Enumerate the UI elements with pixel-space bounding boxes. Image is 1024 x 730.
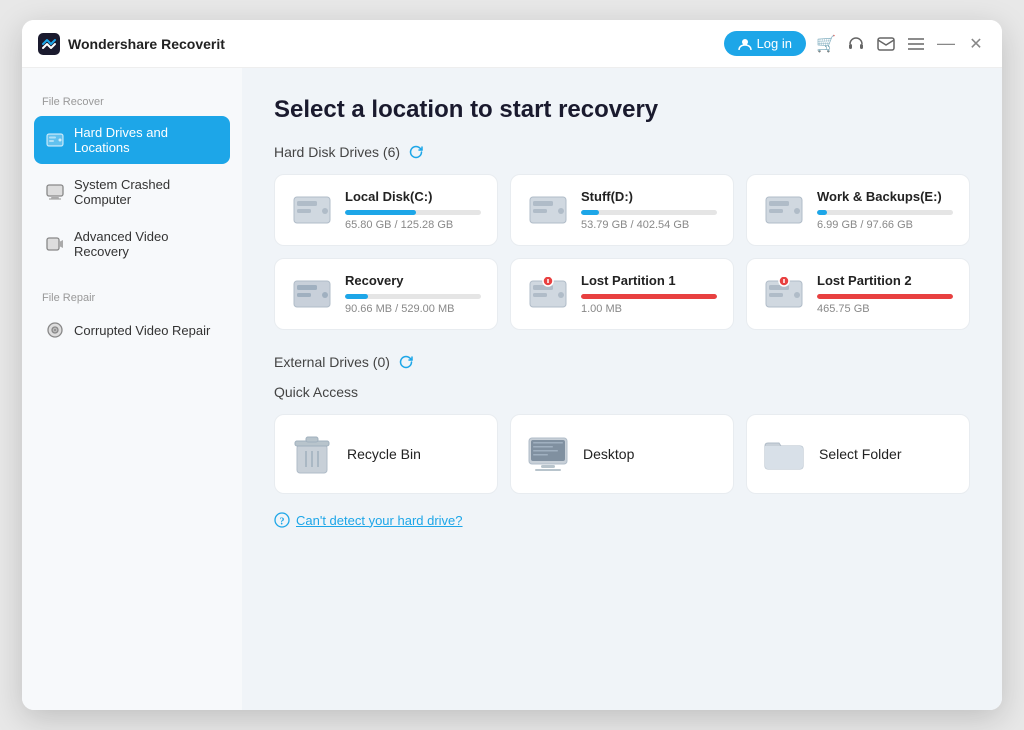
drive-card-recovery[interactable]: Recovery 90.66 MB / 529.00 MB	[274, 258, 498, 330]
footer-link-area: ? Can't detect your hard drive?	[274, 512, 970, 528]
user-icon	[738, 37, 752, 51]
main-layout: File Recover Hard Drives and Locations	[22, 68, 1002, 710]
drive-icon-local-c	[291, 189, 333, 231]
cart-icon[interactable]: 🛒	[816, 34, 836, 54]
drive-info-work-e: Work & Backups(E:) 6.99 GB / 97.66 GB	[817, 189, 953, 231]
drive-card-lost-1[interactable]: Lost Partition 1 1.00 MB	[510, 258, 734, 330]
corrupted-video-icon	[46, 321, 64, 339]
quick-item-label: Select Folder	[819, 446, 901, 462]
drive-bar-bg	[817, 210, 953, 215]
app-title: Wondershare Recoverit	[68, 36, 225, 52]
drive-info-stuff-d: Stuff(D:) 53.79 GB / 402.54 GB	[581, 189, 717, 231]
drive-info-local-c: Local Disk(C:) 65.80 GB / 125.28 GB	[345, 189, 481, 231]
sidebar-item-corrupted-video[interactable]: Corrupted Video Repair	[34, 312, 230, 348]
title-bar-right: Log in 🛒	[724, 31, 986, 56]
drive-bar-fill	[345, 210, 416, 215]
sidebar-item-label: Advanced Video Recovery	[74, 229, 218, 259]
drive-size: 465.75 GB	[817, 303, 953, 315]
external-drives-refresh-icon[interactable]	[398, 354, 414, 370]
drive-size: 90.66 MB / 529.00 MB	[345, 303, 481, 315]
file-repair-label: File Repair	[34, 284, 230, 308]
drive-name: Stuff(D:)	[581, 189, 717, 204]
hard-drives-icon	[46, 131, 64, 149]
drive-size: 65.80 GB / 125.28 GB	[345, 219, 481, 231]
external-drives-label: External Drives (0)	[274, 354, 390, 370]
quick-item-label: Desktop	[583, 446, 634, 462]
desktop-icon	[527, 433, 569, 475]
drive-icon-lost-2	[763, 273, 805, 315]
login-button[interactable]: Log in	[724, 31, 806, 56]
drive-card-lost-2[interactable]: Lost Partition 2 465.75 GB	[746, 258, 970, 330]
quick-access-grid: Recycle Bin	[274, 414, 970, 494]
system-crashed-icon	[46, 183, 64, 201]
hard-disk-refresh-icon[interactable]	[408, 144, 424, 160]
sidebar-item-label: Hard Drives and Locations	[74, 125, 218, 155]
detect-hard-drive-link[interactable]: Can't detect your hard drive?	[296, 513, 463, 528]
external-drives-section-header: External Drives (0)	[274, 354, 970, 370]
svg-text:?: ?	[280, 517, 285, 528]
drive-info-lost-2: Lost Partition 2 465.75 GB	[817, 273, 953, 315]
content-area: Select a location to start recovery Hard…	[242, 68, 1002, 710]
menu-icon[interactable]	[906, 34, 926, 54]
drive-bar-fill	[345, 294, 368, 299]
drive-name: Work & Backups(E:)	[817, 189, 953, 204]
close-icon[interactable]: ✕	[966, 34, 986, 54]
drive-size: 6.99 GB / 97.66 GB	[817, 219, 953, 231]
drive-icon-lost-1	[527, 273, 569, 315]
file-recover-label: File Recover	[34, 88, 230, 112]
drive-size: 1.00 MB	[581, 303, 717, 315]
hard-disk-section-header: Hard Disk Drives (6)	[274, 144, 970, 160]
mail-icon[interactable]	[876, 34, 896, 54]
drive-bar-fill	[581, 210, 599, 215]
drive-bar-bg	[581, 294, 717, 299]
drive-bar-bg	[817, 294, 953, 299]
drive-bar-fill	[581, 294, 717, 299]
drive-name: Recovery	[345, 273, 481, 288]
hard-disk-label: Hard Disk Drives (6)	[274, 144, 400, 160]
sidebar-item-hard-drives[interactable]: Hard Drives and Locations	[34, 116, 230, 164]
help-icon: ?	[274, 512, 290, 528]
sidebar-item-label: System Crashed Computer	[74, 177, 218, 207]
drive-bar-fill	[817, 294, 953, 299]
quick-card-desktop[interactable]: Desktop	[510, 414, 734, 494]
headset-icon[interactable]	[846, 34, 866, 54]
quick-access-label: Quick Access	[274, 384, 358, 400]
drive-bar-bg	[345, 294, 481, 299]
minimize-icon[interactable]: —	[936, 34, 956, 54]
quick-access-section-header: Quick Access	[274, 384, 970, 400]
drive-name: Lost Partition 1	[581, 273, 717, 288]
drives-grid: Local Disk(C:) 65.80 GB / 125.28 GB	[274, 174, 970, 330]
drive-name: Local Disk(C:)	[345, 189, 481, 204]
quick-card-select-folder[interactable]: Select Folder	[746, 414, 970, 494]
title-bar-left: Wondershare Recoverit	[38, 33, 225, 55]
drive-card-work-e[interactable]: Work & Backups(E:) 6.99 GB / 97.66 GB	[746, 174, 970, 246]
drive-card-local-c[interactable]: Local Disk(C:) 65.80 GB / 125.28 GB	[274, 174, 498, 246]
drive-name: Lost Partition 2	[817, 273, 953, 288]
drive-bar-bg	[581, 210, 717, 215]
drive-info-recovery: Recovery 90.66 MB / 529.00 MB	[345, 273, 481, 315]
drive-icon-recovery	[291, 273, 333, 315]
advanced-video-icon	[46, 235, 64, 253]
drive-card-stuff-d[interactable]: Stuff(D:) 53.79 GB / 402.54 GB	[510, 174, 734, 246]
drive-info-lost-1: Lost Partition 1 1.00 MB	[581, 273, 717, 315]
quick-card-recycle-bin[interactable]: Recycle Bin	[274, 414, 498, 494]
folder-icon	[763, 433, 805, 475]
sidebar: File Recover Hard Drives and Locations	[22, 68, 242, 710]
sidebar-item-system-crashed[interactable]: System Crashed Computer	[34, 168, 230, 216]
drive-icon-work-e	[763, 189, 805, 231]
drive-size: 53.79 GB / 402.54 GB	[581, 219, 717, 231]
title-bar: Wondershare Recoverit Log in 🛒	[22, 20, 1002, 68]
drive-bar-fill	[817, 210, 827, 215]
app-window: Wondershare Recoverit Log in 🛒	[22, 20, 1002, 710]
drive-icon-stuff-d	[527, 189, 569, 231]
drive-bar-bg	[345, 210, 481, 215]
app-logo-icon	[38, 33, 60, 55]
sidebar-item-advanced-video[interactable]: Advanced Video Recovery	[34, 220, 230, 268]
page-title: Select a location to start recovery	[274, 96, 970, 124]
sidebar-item-label: Corrupted Video Repair	[74, 323, 210, 338]
quick-item-label: Recycle Bin	[347, 446, 421, 462]
recycle-bin-icon	[291, 433, 333, 475]
